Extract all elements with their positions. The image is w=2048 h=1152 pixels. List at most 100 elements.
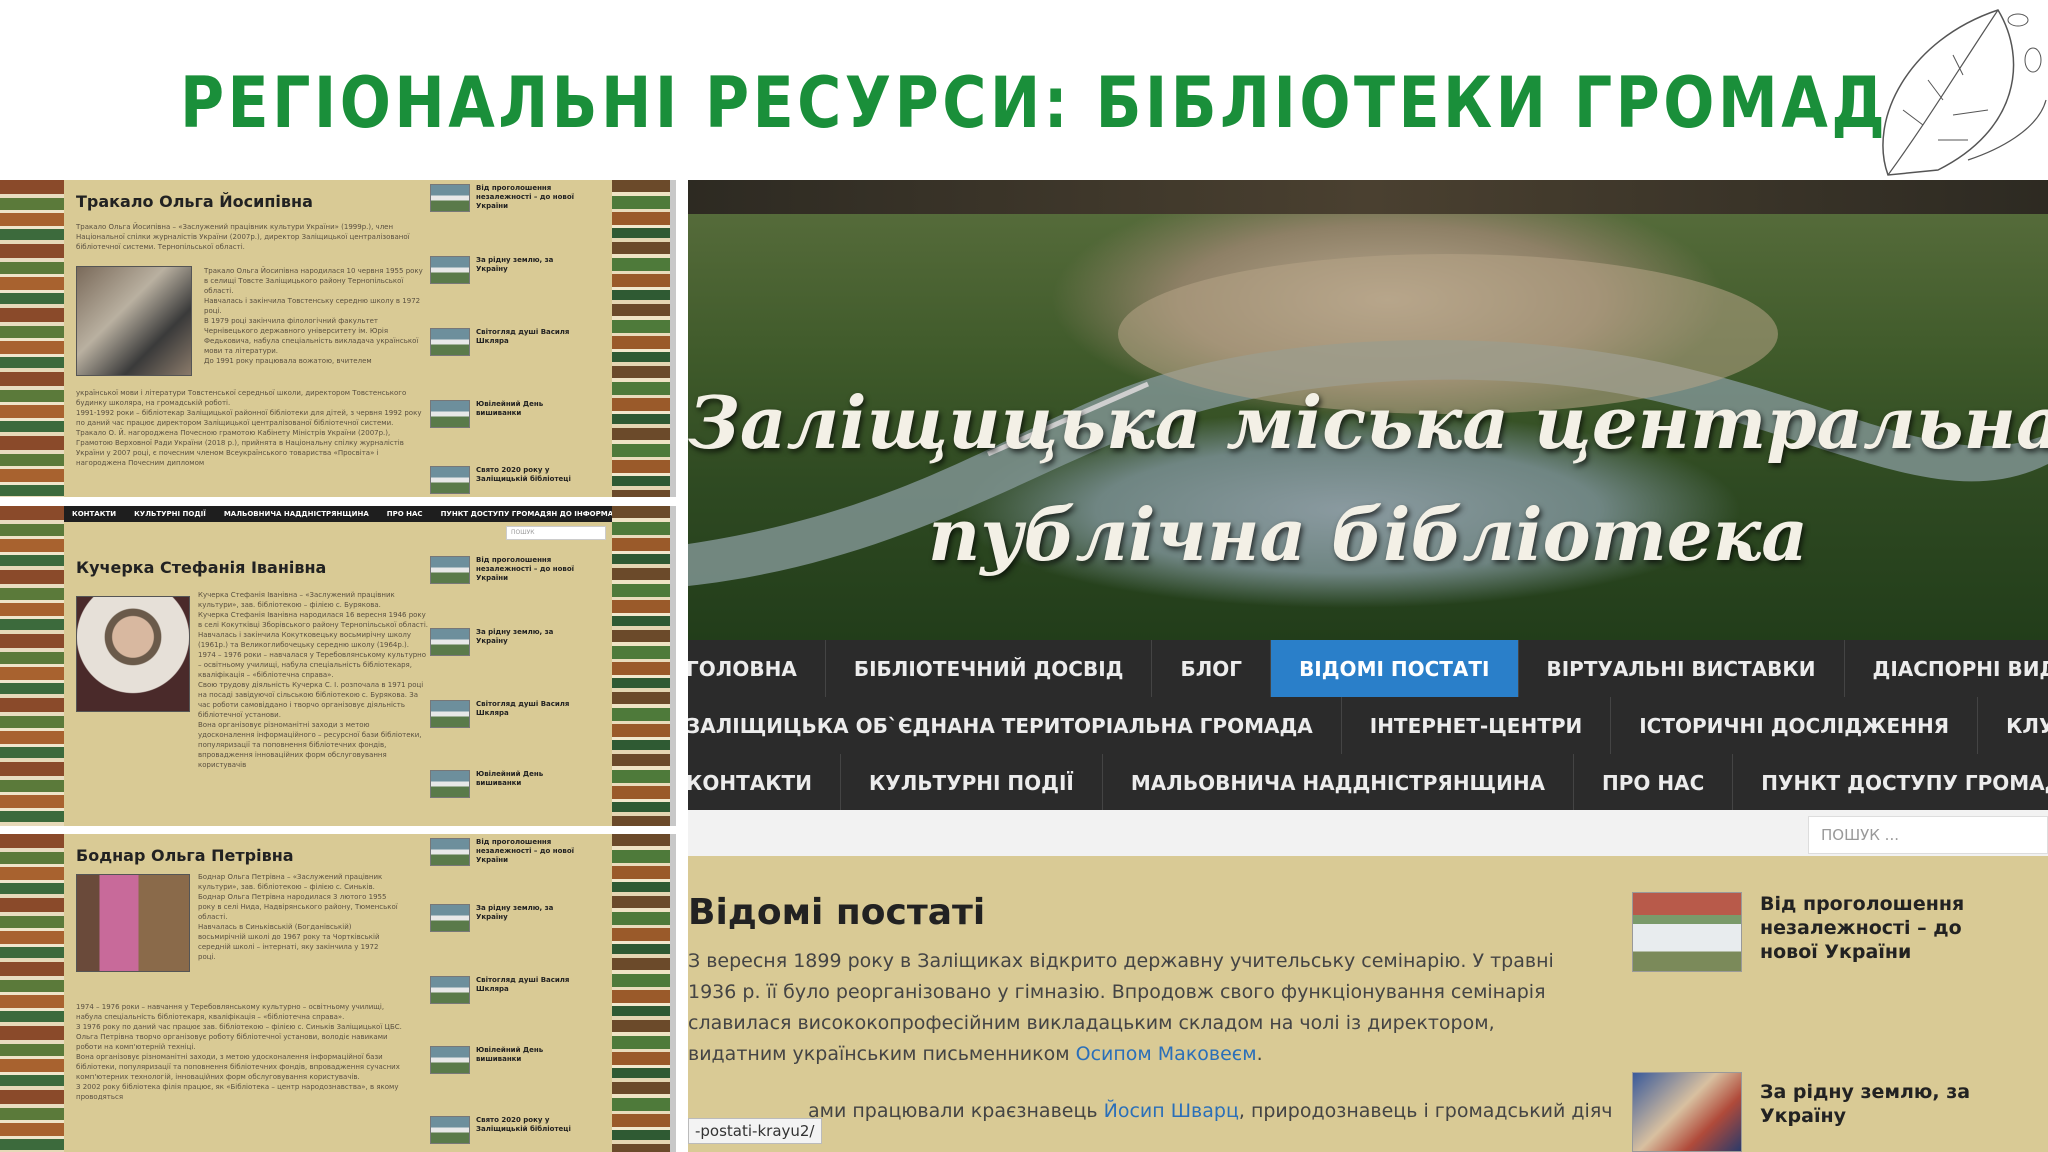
post-thumbnail	[430, 328, 470, 356]
nav-item-info-access-point[interactable]: ПУНКТ ДОСТУПУ ГРОМАДЯН ДО ІНФОРМАЦІЇ	[1733, 754, 2048, 811]
article-panel: Кучерка Стефанія Іванівна Кучерка Стефан…	[64, 506, 612, 826]
post-title: Від проголошення незалежності – до нової…	[1760, 893, 1965, 963]
article-panel: Тракало Ольга Йосипівна Тракало Ольга Йо…	[64, 180, 612, 497]
person-bio: Кучерка Стефанія Іванівна – «Заслужений …	[198, 591, 428, 769]
sidebar-post[interactable]: Світогляд душі Василя Шкляра	[430, 976, 590, 1016]
slide-title: РЕГІОНАЛЬНІ РЕСУРСИ: БІБЛІОТЕКИ ГРОМАД	[180, 62, 1889, 144]
person-photo	[76, 266, 192, 376]
post-thumbnail	[430, 1046, 470, 1074]
post-thumbnail	[430, 976, 470, 1004]
sidebar-post[interactable]: За рідну землю, за Україну	[430, 256, 590, 296]
nav-item-blog[interactable]: БЛОГ	[1152, 640, 1272, 697]
nav-item[interactable]: ПУНКТ ДОСТУПУ ГРОМАДЯН ДО ІНФОРМАЦІЇ	[441, 510, 625, 518]
nav-item[interactable]: ПРО НАС	[387, 510, 423, 518]
sidebar-post[interactable]: Від проголошення незалежності – до нової…	[430, 556, 590, 596]
bookshelf-left	[0, 180, 64, 497]
nav-item[interactable]: КОНТАКТИ	[72, 510, 116, 518]
sidebar-post[interactable]: Світогляд душі Василя Шкляра	[430, 328, 590, 368]
post-title: За рідну землю, за Україну	[1760, 1081, 1971, 1127]
post-thumbnail	[430, 256, 470, 284]
sidebar-post[interactable]: Від проголошення незалежності – до нової…	[430, 184, 590, 224]
bookshelf-right	[612, 180, 676, 497]
person-photo	[76, 874, 190, 972]
sidebar-post[interactable]: Ювілейний День вишиванки	[430, 1046, 590, 1086]
sidebar-post[interactable]: За рідну землю, за Україну	[430, 904, 590, 944]
nav-item[interactable]: МАЛЬОВНИЧА НАДДНІСТРЯНЩИНА	[224, 510, 369, 518]
main-navigation: ГОЛОВНА БІБЛІОТЕЧНИЙ ДОСВІД БЛОГ ВІДОМІ …	[688, 640, 2048, 811]
article-panel: Боднар Ольга Петрівна Боднар Ольга Петрі…	[64, 834, 612, 1152]
sidebar-post[interactable]: За рідну землю, за Україну	[430, 628, 590, 668]
nav-item-internet-centers[interactable]: ІНТЕРНЕТ-ЦЕНТРИ	[1342, 697, 1612, 754]
intro-paragraph: З вересня 1899 року в Заліщиках відкрито…	[688, 950, 1554, 1065]
nav-item-virtual-exhibitions[interactable]: ВІРТУАЛЬНІ ВИСТАВКИ	[1519, 640, 1845, 697]
post-thumbnail	[430, 184, 470, 212]
person-name: Боднар Ольга Петрівна	[76, 846, 294, 865]
nav-item[interactable]: КУЛЬТУРНІ ПОДІЇ	[134, 510, 206, 518]
nav-item-about[interactable]: ПРО НАС	[1574, 754, 1734, 811]
nav-item-youth-club[interactable]: КЛУБ ТВОРЧОЇ МОЛОДІ	[1978, 697, 2048, 754]
nav-item-diaspora-editions[interactable]: ДІАСПОРНІ ВИДАННЯ	[1845, 640, 2048, 697]
post-thumbnail	[430, 1116, 470, 1144]
sidebar-post[interactable]: Світогляд душі Василя Шкляра	[430, 700, 590, 740]
site-banner: Заліщицька міська центральна публічна бі…	[688, 180, 2048, 640]
screenshot-kucherka: Кучерка Стефанія Іванівна Кучерка Стефан…	[0, 506, 676, 826]
nav-item-home[interactable]: ГОЛОВНА	[688, 640, 826, 697]
nav-row-2: ЗАЛІЩИЦЬКА ОБ`ЄДНАНА ТЕРИТОРІАЛЬНА ГРОМА…	[688, 697, 2048, 754]
person-intro: Тракало Ольга Йосипівна – «Заслужений пр…	[76, 223, 410, 251]
banner-top-strip	[688, 180, 2048, 214]
post-thumbnail	[1632, 1072, 1742, 1152]
post-thumbnail	[430, 628, 470, 656]
site-nav-bar: КОНТАКТИ КУЛЬТУРНІ ПОДІЇ МАЛЬОВНИЧА НАДД…	[64, 506, 625, 522]
page-content: Відомі постаті З вересня 1899 року в Зал…	[688, 856, 2048, 1152]
person-bio-continued: української мови і літератури Товстенськ…	[76, 389, 422, 467]
shvarts-link[interactable]: Йосип Шварц	[1104, 1100, 1239, 1122]
sidebar-post[interactable]: Свято 2020 року у Заліщицькій бібліотеці	[430, 466, 590, 497]
post-thumbnail	[430, 904, 470, 932]
banner-title-line1: Заліщицька міська центральна	[688, 380, 2048, 465]
person-bio-continued: 1974 – 1976 роки – навчання у Теребовлян…	[76, 1003, 402, 1101]
banner-title-line2: публічна бібліотека	[928, 492, 1808, 577]
library-website-screenshot: Заліщицька міська центральна публічна бі…	[688, 180, 2048, 1152]
post-thumbnail	[430, 556, 470, 584]
bookshelf-right	[612, 834, 676, 1152]
nav-row-1: ГОЛОВНА БІБЛІОТЕЧНИЙ ДОСВІД БЛОГ ВІДОМІ …	[688, 640, 2048, 697]
nav-row-3: КОНТАКТИ КУЛЬТУРНІ ПОДІЇ МАЛЬОВНИЧА НАДД…	[688, 754, 2048, 811]
post-thumbnail	[430, 400, 470, 428]
nav-item-contacts[interactable]: КОНТАКТИ	[688, 754, 841, 811]
post-thumbnail	[430, 838, 470, 866]
screenshot-bodnar: Боднар Ольга Петрівна Боднар Ольга Петрі…	[0, 834, 676, 1152]
bookshelf-left	[0, 506, 64, 826]
status-url-tooltip: -postati-krayu2/	[688, 1118, 822, 1144]
post-thumbnail	[430, 770, 470, 798]
nav-item-famous-people[interactable]: ВІДОМІ ПОСТАТІ	[1271, 640, 1519, 697]
page-title: Відомі постаті	[688, 892, 986, 933]
nav-item-dniester-region[interactable]: МАЛЬОВНИЧА НАДДНІСТРЯНЩИНА	[1103, 754, 1575, 811]
second-paragraph: ами працювали краєзнавець Йосип Шварц, п…	[808, 1100, 1613, 1122]
presentation-slide: РЕГІОНАЛЬНІ РЕСУРСИ: БІБЛІОТЕКИ ГРОМАД Т…	[0, 0, 2048, 1152]
sidebar-post[interactable]: Свято 2020 року у Заліщицькій бібліотеці	[430, 1116, 590, 1152]
sidebar-post[interactable]: Ювілейний День вишиванки	[430, 770, 590, 810]
search-input[interactable]: ПОШУК ...	[1808, 816, 2048, 854]
person-photo	[76, 596, 190, 712]
leaf-decoration-icon	[1882, 9, 2047, 176]
sidebar-post[interactable]: Від проголошення незалежності – до нової…	[430, 838, 590, 878]
scrollbar[interactable]	[670, 180, 676, 497]
nav-item-library-experience[interactable]: БІБЛІОТЕЧНИЙ ДОСВІД	[826, 640, 1153, 697]
sidebar-post[interactable]: Ювілейний День вишиванки	[430, 400, 590, 440]
nav-item-community[interactable]: ЗАЛІЩИЦЬКА ОБ`ЄДНАНА ТЕРИТОРІАЛЬНА ГРОМА…	[688, 697, 1342, 754]
person-name: Тракало Ольга Йосипівна	[76, 192, 313, 211]
post-thumbnail	[430, 466, 470, 494]
post-thumbnail	[1632, 892, 1742, 972]
nav-item-historical-research[interactable]: ІСТОРИЧНІ ДОСЛІДЖЕННЯ	[1611, 697, 1979, 754]
search-input[interactable]: ПОШУК	[506, 526, 606, 540]
person-bio: Боднар Ольга Петрівна – «Заслужений прац…	[198, 873, 398, 961]
person-name: Кучерка Стефанія Іванівна	[76, 558, 327, 577]
bookshelf-left	[0, 834, 64, 1152]
person-bio: Тракало Ольга Йосипівна народилася 10 че…	[204, 267, 423, 365]
search-bar-row: ПОШУК ...	[688, 810, 2048, 856]
makovei-link[interactable]: Осипом Маковеєм	[1076, 1043, 1257, 1065]
scrollbar[interactable]	[670, 834, 676, 1152]
nav-item-cultural-events[interactable]: КУЛЬТУРНІ ПОДІЇ	[841, 754, 1103, 811]
post-thumbnail	[430, 700, 470, 728]
scrollbar[interactable]	[670, 506, 676, 826]
